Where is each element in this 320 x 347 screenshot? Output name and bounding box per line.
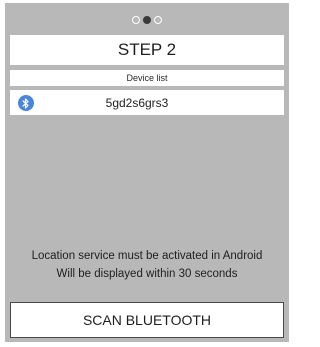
step-indicator (5, 16, 289, 24)
step-panel: STEP 2 Device list 5gd2s6grs3 Location s… (5, 3, 289, 342)
step-dot-1 (132, 16, 140, 24)
device-list-label: Device list (10, 70, 284, 86)
scan-bluetooth-button[interactable]: SCAN BLUETOOTH (10, 302, 284, 338)
step-dot-3 (154, 16, 162, 24)
step-dot-2-active (143, 16, 151, 24)
page-title: STEP 2 (10, 35, 284, 65)
device-list-item[interactable]: 5gd2s6grs3 (10, 90, 284, 115)
location-notice: Location service must be activated in An… (31, 250, 263, 262)
timing-notice: Will be displayed within 30 seconds (56, 268, 238, 280)
notice-text: Location service must be activated in An… (5, 247, 289, 283)
device-name: 5gd2s6grs3 (105, 95, 169, 110)
